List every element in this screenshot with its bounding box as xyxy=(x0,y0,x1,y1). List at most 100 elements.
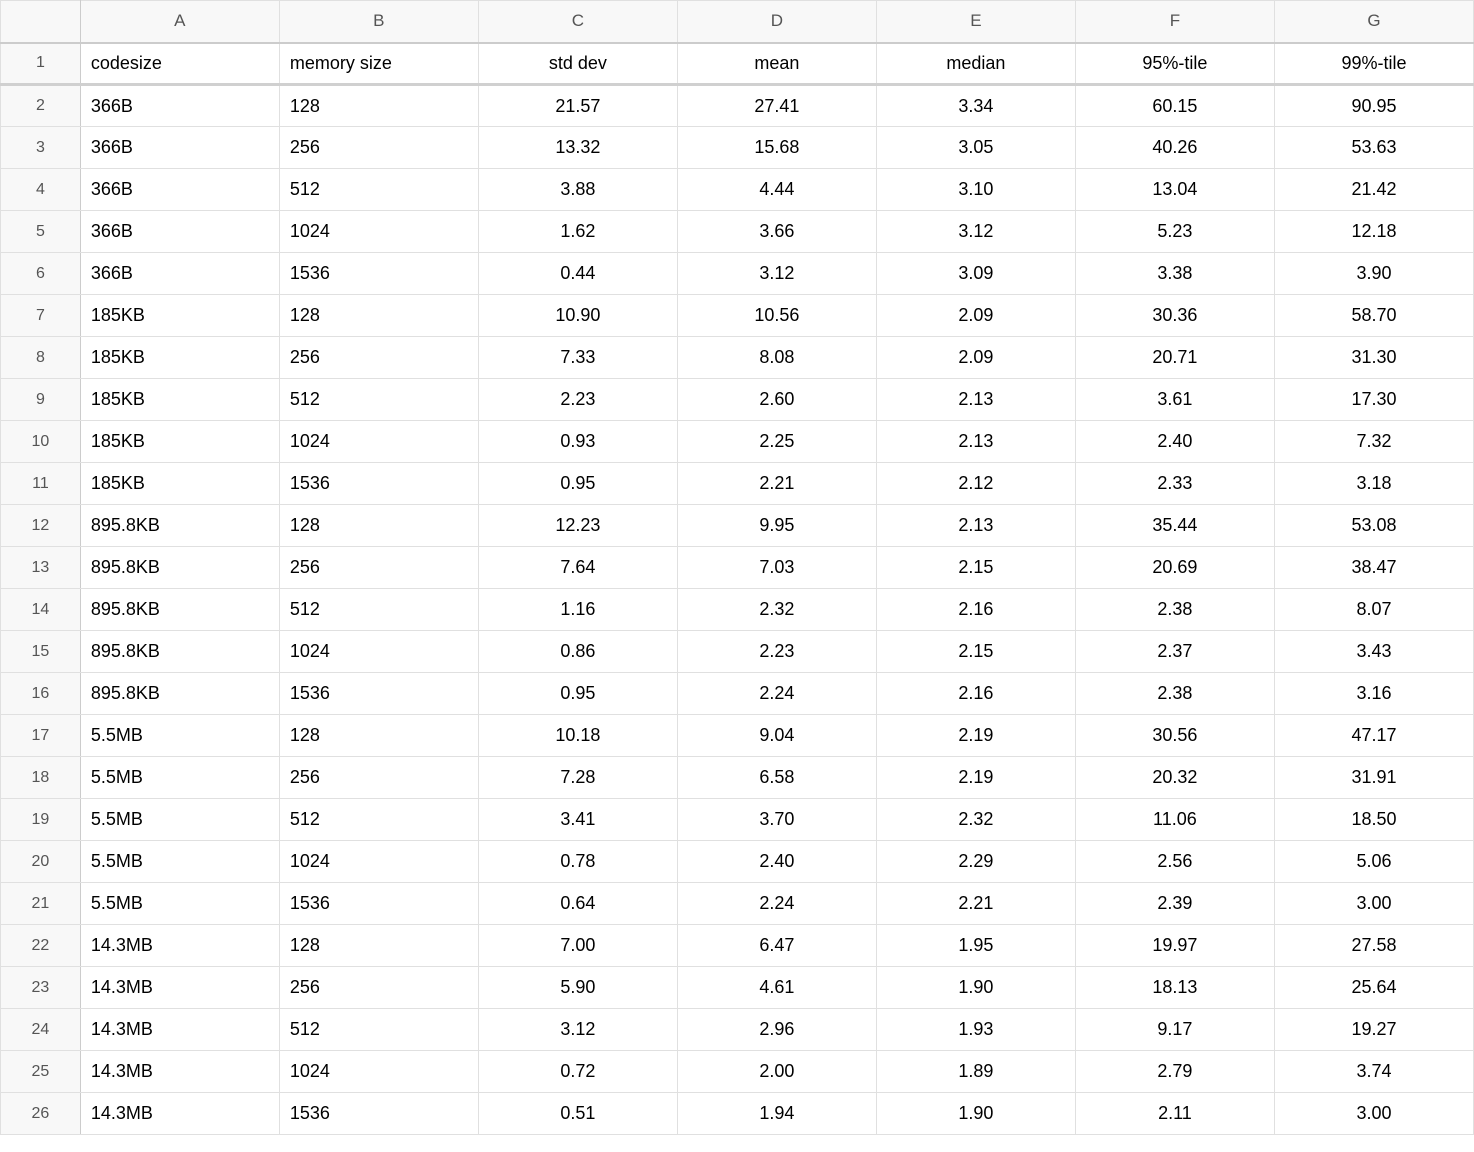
cell-C21[interactable]: 0.64 xyxy=(478,883,677,925)
cell-F25[interactable]: 2.79 xyxy=(1075,1051,1274,1093)
cell-G20[interactable]: 5.06 xyxy=(1274,841,1473,883)
cell-B20[interactable]: 1024 xyxy=(279,841,478,883)
cell-D11[interactable]: 2.21 xyxy=(677,463,876,505)
select-all-corner[interactable] xyxy=(1,1,81,43)
cell-G16[interactable]: 3.16 xyxy=(1274,673,1473,715)
cell-C8[interactable]: 7.33 xyxy=(478,337,677,379)
cell-A14[interactable]: 895.8KB xyxy=(80,589,279,631)
cell-A9[interactable]: 185KB xyxy=(80,379,279,421)
row-header-7[interactable]: 7 xyxy=(1,295,81,337)
row-header-23[interactable]: 23 xyxy=(1,967,81,1009)
cell-F16[interactable]: 2.38 xyxy=(1075,673,1274,715)
cell-B14[interactable]: 512 xyxy=(279,589,478,631)
row-header-2[interactable]: 2 xyxy=(1,85,81,127)
row-header-18[interactable]: 18 xyxy=(1,757,81,799)
cell-G25[interactable]: 3.74 xyxy=(1274,1051,1473,1093)
cell-E8[interactable]: 2.09 xyxy=(876,337,1075,379)
cell-F6[interactable]: 3.38 xyxy=(1075,253,1274,295)
cell-D22[interactable]: 6.47 xyxy=(677,925,876,967)
cell-B22[interactable]: 128 xyxy=(279,925,478,967)
cell-D23[interactable]: 4.61 xyxy=(677,967,876,1009)
cell-E15[interactable]: 2.15 xyxy=(876,631,1075,673)
cell-E9[interactable]: 2.13 xyxy=(876,379,1075,421)
cell-B3[interactable]: 256 xyxy=(279,127,478,169)
cell-B23[interactable]: 256 xyxy=(279,967,478,1009)
cell-G13[interactable]: 38.47 xyxy=(1274,547,1473,589)
cell-F12[interactable]: 35.44 xyxy=(1075,505,1274,547)
cell-C25[interactable]: 0.72 xyxy=(478,1051,677,1093)
cell-A16[interactable]: 895.8KB xyxy=(80,673,279,715)
cell-B15[interactable]: 1024 xyxy=(279,631,478,673)
cell-D1[interactable]: mean xyxy=(677,43,876,85)
cell-C12[interactable]: 12.23 xyxy=(478,505,677,547)
cell-E5[interactable]: 3.12 xyxy=(876,211,1075,253)
cell-A5[interactable]: 366B xyxy=(80,211,279,253)
cell-E22[interactable]: 1.95 xyxy=(876,925,1075,967)
cell-E7[interactable]: 2.09 xyxy=(876,295,1075,337)
cell-E26[interactable]: 1.90 xyxy=(876,1093,1075,1135)
row-header-15[interactable]: 15 xyxy=(1,631,81,673)
cell-E19[interactable]: 2.32 xyxy=(876,799,1075,841)
cell-D17[interactable]: 9.04 xyxy=(677,715,876,757)
cell-B5[interactable]: 1024 xyxy=(279,211,478,253)
cell-C10[interactable]: 0.93 xyxy=(478,421,677,463)
cell-D9[interactable]: 2.60 xyxy=(677,379,876,421)
cell-F15[interactable]: 2.37 xyxy=(1075,631,1274,673)
row-header-26[interactable]: 26 xyxy=(1,1093,81,1135)
cell-G14[interactable]: 8.07 xyxy=(1274,589,1473,631)
column-header-C[interactable]: C xyxy=(478,1,677,43)
cell-A13[interactable]: 895.8KB xyxy=(80,547,279,589)
row-header-1[interactable]: 1 xyxy=(1,43,81,85)
cell-B11[interactable]: 1536 xyxy=(279,463,478,505)
cell-C3[interactable]: 13.32 xyxy=(478,127,677,169)
cell-D18[interactable]: 6.58 xyxy=(677,757,876,799)
cell-F21[interactable]: 2.39 xyxy=(1075,883,1274,925)
cell-D14[interactable]: 2.32 xyxy=(677,589,876,631)
cell-C15[interactable]: 0.86 xyxy=(478,631,677,673)
cell-A11[interactable]: 185KB xyxy=(80,463,279,505)
cell-D12[interactable]: 9.95 xyxy=(677,505,876,547)
cell-A20[interactable]: 5.5MB xyxy=(80,841,279,883)
row-header-8[interactable]: 8 xyxy=(1,337,81,379)
cell-E20[interactable]: 2.29 xyxy=(876,841,1075,883)
cell-F2[interactable]: 60.15 xyxy=(1075,85,1274,127)
cell-C24[interactable]: 3.12 xyxy=(478,1009,677,1051)
cell-C4[interactable]: 3.88 xyxy=(478,169,677,211)
cell-G3[interactable]: 53.63 xyxy=(1274,127,1473,169)
cell-E24[interactable]: 1.93 xyxy=(876,1009,1075,1051)
cell-C1[interactable]: std dev xyxy=(478,43,677,85)
cell-A6[interactable]: 366B xyxy=(80,253,279,295)
cell-C18[interactable]: 7.28 xyxy=(478,757,677,799)
cell-G1[interactable]: 99%-tile xyxy=(1274,43,1473,85)
cell-B17[interactable]: 128 xyxy=(279,715,478,757)
cell-G15[interactable]: 3.43 xyxy=(1274,631,1473,673)
cell-A15[interactable]: 895.8KB xyxy=(80,631,279,673)
cell-G26[interactable]: 3.00 xyxy=(1274,1093,1473,1135)
cell-D8[interactable]: 8.08 xyxy=(677,337,876,379)
cell-A1[interactable]: codesize xyxy=(80,43,279,85)
row-header-12[interactable]: 12 xyxy=(1,505,81,547)
cell-F4[interactable]: 13.04 xyxy=(1075,169,1274,211)
cell-A21[interactable]: 5.5MB xyxy=(80,883,279,925)
cell-B4[interactable]: 512 xyxy=(279,169,478,211)
cell-G19[interactable]: 18.50 xyxy=(1274,799,1473,841)
cell-F23[interactable]: 18.13 xyxy=(1075,967,1274,1009)
cell-D25[interactable]: 2.00 xyxy=(677,1051,876,1093)
cell-A8[interactable]: 185KB xyxy=(80,337,279,379)
cell-F11[interactable]: 2.33 xyxy=(1075,463,1274,505)
cell-D6[interactable]: 3.12 xyxy=(677,253,876,295)
cell-F10[interactable]: 2.40 xyxy=(1075,421,1274,463)
cell-D10[interactable]: 2.25 xyxy=(677,421,876,463)
cell-A26[interactable]: 14.3MB xyxy=(80,1093,279,1135)
cell-B16[interactable]: 1536 xyxy=(279,673,478,715)
cell-G11[interactable]: 3.18 xyxy=(1274,463,1473,505)
cell-C17[interactable]: 10.18 xyxy=(478,715,677,757)
row-header-22[interactable]: 22 xyxy=(1,925,81,967)
cell-C23[interactable]: 5.90 xyxy=(478,967,677,1009)
cell-A12[interactable]: 895.8KB xyxy=(80,505,279,547)
cell-D7[interactable]: 10.56 xyxy=(677,295,876,337)
cell-E1[interactable]: median xyxy=(876,43,1075,85)
cell-E11[interactable]: 2.12 xyxy=(876,463,1075,505)
column-header-E[interactable]: E xyxy=(876,1,1075,43)
cell-D24[interactable]: 2.96 xyxy=(677,1009,876,1051)
